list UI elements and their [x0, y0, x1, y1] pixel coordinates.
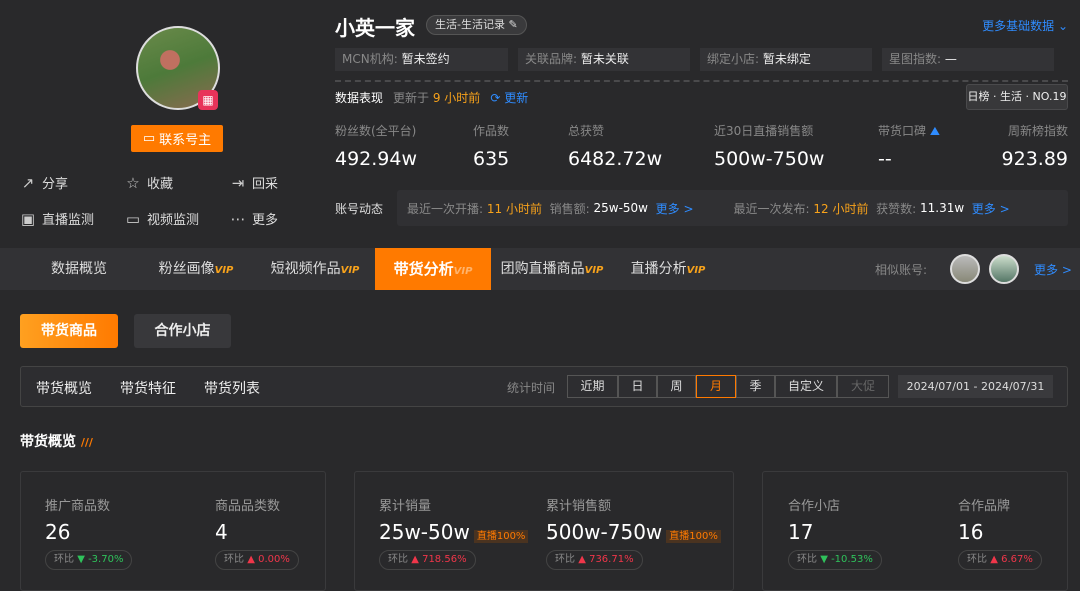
- time-option-selected[interactable]: 月: [696, 375, 736, 398]
- live-monitor-button[interactable]: ▣ 直播监测: [20, 209, 94, 229]
- decor-stripes-icon: ///: [80, 436, 93, 449]
- stat-label: 近30日直播销售额: [714, 124, 814, 138]
- star-icon: ☆: [126, 173, 140, 192]
- similar-account-avatar[interactable]: [950, 254, 980, 284]
- edit-icon: ✎: [508, 18, 518, 31]
- live-share-badge: 直播100%: [473, 530, 529, 543]
- time-option[interactable]: 周: [657, 375, 696, 398]
- time-option[interactable]: 日: [618, 375, 657, 398]
- live-monitor-icon: ▣: [20, 209, 36, 228]
- change-pill: 环比 ▲ 718.56%: [379, 550, 476, 570]
- stat-value: 923.89: [1001, 148, 1068, 170]
- time-label: 统计时间: [507, 381, 556, 395]
- change-pill: 环比 ▲ 0.00%: [215, 550, 299, 570]
- share-button[interactable]: ↗ 分享: [20, 173, 68, 193]
- subtab-overview[interactable]: 带货概览: [36, 378, 92, 398]
- chevron-down-circle-icon: ⌄: [1057, 19, 1068, 33]
- refresh-button[interactable]: ⟳ 更新: [490, 89, 528, 106]
- info-shop: 绑定小店: 暂未绑定: [700, 48, 872, 71]
- tab-fans[interactable]: 粉丝画像VIP: [145, 248, 247, 290]
- tab-overview[interactable]: 数据概览: [30, 248, 128, 290]
- dynamics-title: 账号动态: [335, 202, 384, 216]
- change-pill: 环比 ▲ 6.67%: [958, 550, 1042, 570]
- video-monitor-icon: ▭: [125, 209, 141, 228]
- metric-label: 推广商品数: [45, 499, 111, 514]
- change-pill: 环比 ▼ -3.70%: [45, 550, 133, 570]
- live-share-badge: 直播100%: [666, 530, 721, 543]
- metric-label: 商品品类数: [215, 499, 281, 514]
- metric-value: 16: [958, 520, 984, 544]
- divider: [335, 80, 1068, 82]
- tab-sales-analysis[interactable]: 带货分析VIP: [375, 248, 491, 290]
- stat-value: 6482.72w: [568, 148, 663, 170]
- subtab-features[interactable]: 带货特征: [120, 378, 176, 398]
- shop-button[interactable]: 合作小店: [134, 314, 231, 348]
- time-option[interactable]: 近期: [567, 375, 618, 398]
- info-star-index: 星图指数: —: [882, 48, 1054, 71]
- rank-badge[interactable]: 日榜 · 生活 · NO.19: [966, 84, 1068, 110]
- arrow-down-icon: ▼: [77, 554, 85, 565]
- metric-label: 累计销售额: [546, 499, 612, 514]
- tab-short-video[interactable]: 短视频作品VIP: [258, 248, 372, 290]
- metric-value: 500w-750w 直播100%: [546, 520, 721, 544]
- post-more-link[interactable]: 更多 >: [972, 200, 1010, 217]
- contact-owner-button[interactable]: ▭ 联系号主: [131, 125, 223, 152]
- more-button[interactable]: ⋯ 更多: [230, 209, 279, 229]
- info-brand: 关联品牌: 暂未关联: [518, 48, 690, 71]
- recollect-button[interactable]: ⇥ 回采: [230, 173, 278, 193]
- stat-label: 周新榜指数: [1007, 124, 1068, 138]
- similar-account-avatar[interactable]: [989, 254, 1019, 284]
- account-name: 小英一家: [335, 16, 415, 40]
- similar-more-link[interactable]: 更多 >: [1034, 261, 1072, 278]
- info-mcn: MCN机构: 暂未签约: [335, 48, 508, 71]
- arrow-up-icon: ▲: [247, 554, 255, 565]
- metric-label: 累计销量: [379, 499, 432, 514]
- category-tag[interactable]: 生活-生活记录 ✎: [426, 15, 527, 35]
- change-pill: 环比 ▲ 736.71%: [546, 550, 643, 570]
- time-option[interactable]: 季: [736, 375, 775, 398]
- date-range-picker[interactable]: 2024/07/01 - 2024/07/31: [898, 375, 1053, 398]
- stat-value: 492.94w: [335, 148, 418, 170]
- arrow-up-icon: ▲: [578, 554, 586, 565]
- metric-value: 25w-50w 直播100%: [379, 520, 529, 544]
- sub-tabs: 带货概览 带货特征 带货列表: [36, 378, 260, 398]
- stat-label: 总获赞: [568, 124, 605, 138]
- stat-value: --: [878, 148, 892, 170]
- share-icon: ↗: [21, 173, 35, 192]
- tab-group-live[interactable]: 团购直播商品VIP: [494, 248, 610, 290]
- metric-label: 合作小店: [788, 499, 841, 514]
- time-option[interactable]: 自定义: [775, 375, 837, 398]
- tab-live-analysis[interactable]: 直播分析VIP: [620, 248, 716, 290]
- arrow-up-icon: ▲: [990, 554, 998, 565]
- stat-label: 作品数: [473, 124, 510, 138]
- message-icon: ▭: [142, 131, 156, 146]
- similar-label: 相似账号:: [875, 263, 928, 277]
- video-monitor-button[interactable]: ▭ 视频监测: [125, 209, 199, 229]
- stat-label: 带货口碑 ⛰: [878, 124, 940, 138]
- more-icon: ⋯: [230, 209, 246, 228]
- stat-value: 500w-750w: [714, 148, 825, 170]
- favorite-button[interactable]: ☆ 收藏: [125, 173, 173, 193]
- stat-label: 粉丝数(全平台): [335, 124, 417, 138]
- arrow-up-icon: ▲: [411, 554, 419, 565]
- metric-label: 合作品牌: [958, 499, 1011, 514]
- dynamics-box: 最近一次开播: 11 小时前 销售额: 25w-50w 更多 > 最近一次发布:…: [397, 190, 1068, 226]
- goods-button[interactable]: 带货商品: [20, 314, 118, 348]
- time-option[interactable]: 大促: [837, 375, 889, 398]
- metric-value: 17: [788, 520, 814, 544]
- trend-chart-icon[interactable]: ⛰: [930, 124, 940, 138]
- subtab-list[interactable]: 带货列表: [204, 378, 260, 398]
- recollect-icon: ⇥: [231, 173, 245, 192]
- qr-code-icon[interactable]: ▦: [198, 90, 218, 110]
- change-pill: 环比 ▼ -10.53%: [788, 550, 882, 570]
- perf-header: 数据表现 更新于 9 小时前 ⟳ 更新: [335, 89, 529, 106]
- more-basic-data-link[interactable]: 更多基础数据 ⌄: [982, 17, 1068, 34]
- live-more-link[interactable]: 更多 >: [656, 200, 694, 217]
- metric-value: 26: [45, 520, 71, 544]
- section-title: 带货概览 ///: [20, 434, 93, 450]
- arrow-down-icon: ▼: [820, 554, 828, 565]
- metric-value: 4: [215, 520, 228, 544]
- stat-value: 635: [473, 148, 510, 170]
